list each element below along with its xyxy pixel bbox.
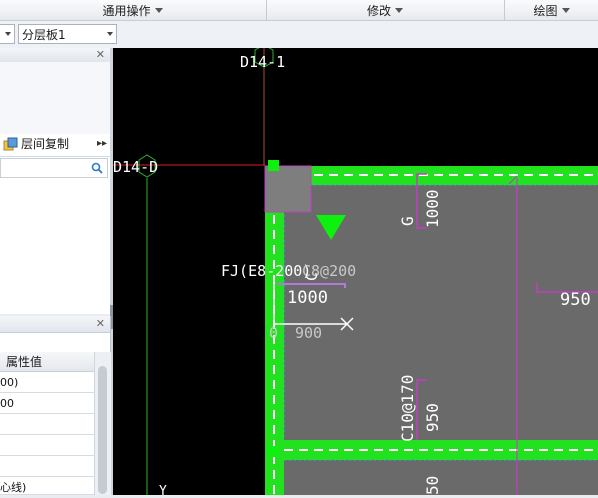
properties-panel-header: ✕ [0,316,110,333]
property-row[interactable] [0,436,94,456]
divider [0,156,110,157]
property-row[interactable]: 00 [0,394,94,414]
menu-draw-label: 绘图 [533,3,558,18]
column-block[interactable] [264,165,312,213]
axis-label-top: D14-1 [240,53,285,71]
drawing-canvas[interactable]: D14-1 D14-D FJ(E8-200) C8@200 C 1000 900… [113,48,598,495]
properties-tab-strip [0,334,110,352]
dim-1000-vertical: 1000 [423,189,442,228]
property-row[interactable] [0,457,94,477]
dim-0: 0 [269,324,278,342]
property-row[interactable]: 00) [0,373,94,393]
component-list-panel: ✕ 层间复制 ▸▸ [0,48,111,314]
close-icon[interactable]: ✕ [96,48,105,61]
component-list-toolbar [0,62,110,134]
chevron-down-icon [107,32,113,36]
chevron-down-icon [5,32,11,36]
dim-50-bottom: 50 [423,476,442,495]
chevron-down-icon [561,7,570,13]
rebar-label: FJ(E8-200) [221,262,311,280]
canvas-svg: D14-1 D14-D FJ(E8-200) C8@200 C 1000 900… [113,48,598,495]
close-icon[interactable]: ✕ [96,317,105,330]
search-icon[interactable] [91,162,103,174]
component-search-input[interactable] [0,158,108,178]
copy-between-floors-button[interactable]: 层间复制 [21,136,69,152]
dim-1000: 1000 [287,288,328,308]
menu-modify-label: 修改 [366,3,391,18]
scrollbar-thumb[interactable] [98,366,107,494]
menu-modify[interactable]: 修改 [267,0,503,20]
menu-general-ops-label: 通用操作 [102,3,151,18]
grip-marker[interactable] [268,446,279,457]
dim-950-vertical: 950 [423,403,442,432]
letter-g: G [398,216,417,226]
floor-select[interactable] [0,24,15,44]
coordinate-axis-y: Y [159,484,167,495]
grip-marker[interactable] [268,160,279,171]
property-row[interactable]: 心线) [0,478,94,495]
dim-950-right: 950 [560,290,591,310]
menu-draw[interactable]: 绘图 [505,0,598,20]
menu-general-ops[interactable]: 通用操作 [0,0,265,20]
chevron-down-icon [395,7,403,13]
toolbar: 分层板1 [0,21,598,49]
copy-floor-icon[interactable] [3,136,19,151]
component-list-panel-header: ✕ [0,48,110,63]
properties-scrollbar[interactable] [94,352,111,495]
ribbon-menu-bar: 通用操作 修改 绘图 [0,0,598,21]
layer-select-value: 分层板1 [22,27,66,42]
chevron-down-icon [154,7,163,13]
axis-label-left: D14-D [113,158,158,176]
property-row[interactable] [0,415,94,435]
rebar-letter-c: C [303,272,321,281]
more-arrow-icon[interactable]: ▸▸ [97,136,107,152]
property-value-column-header: 属性值 [0,352,94,372]
dim-900: 900 [295,324,322,342]
properties-panel: ✕ 属性值 00) 00 心线) [0,316,111,495]
rebar-spec-c10: C10@170 [398,375,417,442]
layer-select[interactable]: 分层板1 [18,24,117,44]
